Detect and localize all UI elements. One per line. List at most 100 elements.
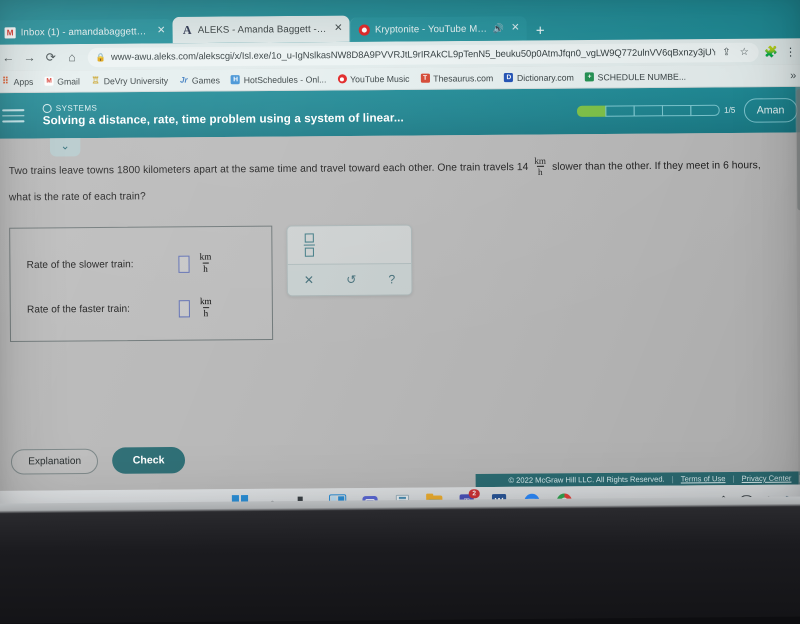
progress-bar (577, 104, 721, 117)
aleks-header: SYSTEMS Solving a distance, rate, time p… (0, 86, 800, 139)
category-label: SYSTEMS (55, 103, 98, 113)
bookmark-label: Gmail (57, 75, 80, 87)
topic-category: SYSTEMS (42, 101, 404, 114)
gmail-icon: M (44, 76, 54, 86)
gmail-favicon-icon: M (4, 26, 16, 38)
forward-icon[interactable]: → (19, 47, 40, 68)
browser-tab-gmail[interactable]: M Inbox (1) - amandabaggett1997@ ✕ (0, 18, 173, 45)
bookmark-star-icon[interactable]: ☆ (738, 46, 751, 57)
answer-label: Rate of the slower train: (26, 258, 134, 271)
tab-title: Inbox (1) - amandabaggett1997@ (20, 25, 150, 38)
bookmark-label: Thesaurus.com (433, 72, 494, 84)
terms-of-use-link[interactable]: Terms of Use (681, 474, 726, 483)
bookmark-hotschedules[interactable]: H HotSchedules - Onl... (231, 74, 326, 85)
reload-icon[interactable]: ⟳ (40, 47, 61, 68)
bookmark-schedule-number[interactable]: + SCHEDULE NUMBE... (584, 71, 686, 82)
toolbar-right-group: 🧩 ⋮ (764, 45, 799, 58)
close-icon[interactable]: ✕ (332, 23, 343, 34)
apps-grid-icon: ⠿ (2, 75, 9, 87)
bookmark-games[interactable]: Jr Games (179, 75, 220, 85)
bookmark-label: Apps (13, 76, 34, 87)
notification-badge: 2 (468, 489, 480, 499)
new-tab-button[interactable]: + (527, 22, 554, 40)
extensions-puzzle-icon[interactable]: 🧩 (764, 45, 778, 58)
explanation-button[interactable]: Explanation (10, 448, 99, 475)
bookmark-dictionary[interactable]: D Dictionary.com (504, 72, 574, 83)
faster-train-input[interactable] (178, 299, 190, 317)
math-keypad-actions: ✕ ↺ ? (287, 262, 412, 296)
progress-segment (634, 105, 664, 117)
answer-row-faster-train: Rate of the faster train: km h (27, 295, 256, 323)
scrollbar-thumb[interactable] (796, 88, 800, 211)
undo-icon[interactable]: ↺ (346, 273, 356, 287)
math-keypad-templates (287, 226, 411, 264)
bookmark-apps[interactable]: ⠿ Apps (1, 75, 34, 87)
circle-icon (42, 103, 52, 114)
bookmark-gmail[interactable]: M Gmail (44, 75, 80, 87)
header-titles: SYSTEMS Solving a distance, rate, time p… (42, 101, 404, 128)
browser-tab-strip: M Inbox (1) - amandabaggett1997@ ✕ A ALE… (0, 0, 800, 45)
games-icon: Jr (179, 75, 188, 85)
browser-tab-aleks[interactable]: A ALEKS - Amanda Baggett - Learn ✕ (172, 15, 350, 44)
problem-content: Two trains leave towns 1800 kilometers a… (0, 132, 800, 491)
bookmark-label: Dictionary.com (516, 71, 574, 83)
back-icon[interactable]: ← (0, 47, 19, 68)
footer-separator: | (732, 473, 735, 484)
home-icon[interactable]: ⌂ (61, 46, 82, 67)
fraction-denominator-box-icon (304, 247, 314, 257)
fraction-numerator: km (199, 296, 212, 307)
fraction-template-button[interactable] (303, 233, 315, 257)
chrome-menu-icon[interactable]: ⋮ (785, 45, 796, 58)
page-title: Solving a distance, rate, time problem u… (42, 112, 404, 128)
progress-indicator: 1/5 (577, 104, 743, 117)
help-icon[interactable]: ? (388, 272, 395, 286)
youtube-music-icon (337, 74, 347, 84)
hamburger-icon[interactable] (2, 105, 31, 127)
check-button[interactable]: Check (112, 446, 185, 474)
action-buttons: Explanation Check (10, 446, 185, 475)
progress-segment (577, 105, 607, 117)
clear-icon[interactable]: ✕ (304, 273, 314, 287)
aleks-page: SYSTEMS Solving a distance, rate, time p… (0, 86, 800, 491)
fraction-denominator: h (536, 165, 544, 177)
browser-tab-youtube-music[interactable]: Kryptonite - YouTube Music 🔊 ✕ (349, 16, 527, 42)
answer-label: Rate of the faster train: (26, 303, 130, 316)
address-bar[interactable]: 🔒 www-awu.aleks.com/alekscgi/x/Isl.exe/1… (87, 42, 760, 67)
slower-train-input[interactable] (178, 255, 190, 273)
youtube-music-favicon-icon (358, 23, 370, 36)
bookmark-thesaurus[interactable]: T Thesaurus.com (420, 72, 494, 84)
math-keypad: ✕ ↺ ? (286, 224, 413, 297)
fraction-numerator-box-icon (304, 233, 314, 243)
url-text: www-awu.aleks.com/alekscgi/x/Isl.exe/1o_… (110, 47, 716, 62)
schedule-icon: + (584, 72, 595, 82)
close-icon[interactable]: ✕ (509, 22, 520, 33)
close-icon[interactable]: ✕ (155, 25, 166, 36)
bookmark-label: YouTube Music (350, 73, 410, 84)
bookmark-youtube-music[interactable]: YouTube Music (337, 73, 409, 84)
answer-box: Rate of the slower train: km h Rate of t… (9, 225, 274, 343)
devry-icon: ♖ (91, 75, 100, 86)
user-menu-button[interactable]: Aman (743, 97, 798, 123)
tab-title: Kryptonite - YouTube Music (374, 23, 488, 36)
progress-count: 1/5 (724, 105, 736, 115)
fraction-numerator: km (534, 155, 547, 166)
aleks-favicon-icon: A (182, 22, 192, 37)
thesaurus-icon: T (420, 73, 430, 83)
fraction-denominator: h (202, 306, 210, 318)
dictionary-icon: D (504, 72, 514, 83)
tab-title: ALEKS - Amanda Baggett - Learn (197, 23, 328, 36)
lock-icon: 🔒 (95, 52, 106, 62)
unit-fraction-km-per-h: km h (533, 155, 547, 177)
monitor-screen: M Inbox (1) - amandabaggett1997@ ✕ A ALE… (0, 0, 800, 519)
privacy-center-link[interactable]: Privacy Center (742, 474, 792, 483)
bookmarks-overflow-icon[interactable]: » (790, 69, 796, 81)
bookmark-devry[interactable]: ♖ DeVry University (91, 75, 168, 86)
chevron-down-icon[interactable]: ⌄ (49, 138, 81, 157)
progress-segment (690, 104, 721, 117)
fraction-denominator: h (202, 262, 209, 274)
audio-playing-icon[interactable]: 🔊 (493, 23, 504, 34)
progress-segment (605, 105, 636, 117)
fraction-numerator: km (199, 251, 212, 263)
share-icon[interactable]: ⇪ (720, 46, 733, 57)
answer-row-slower-train: Rate of the slower train: km h (27, 250, 256, 278)
